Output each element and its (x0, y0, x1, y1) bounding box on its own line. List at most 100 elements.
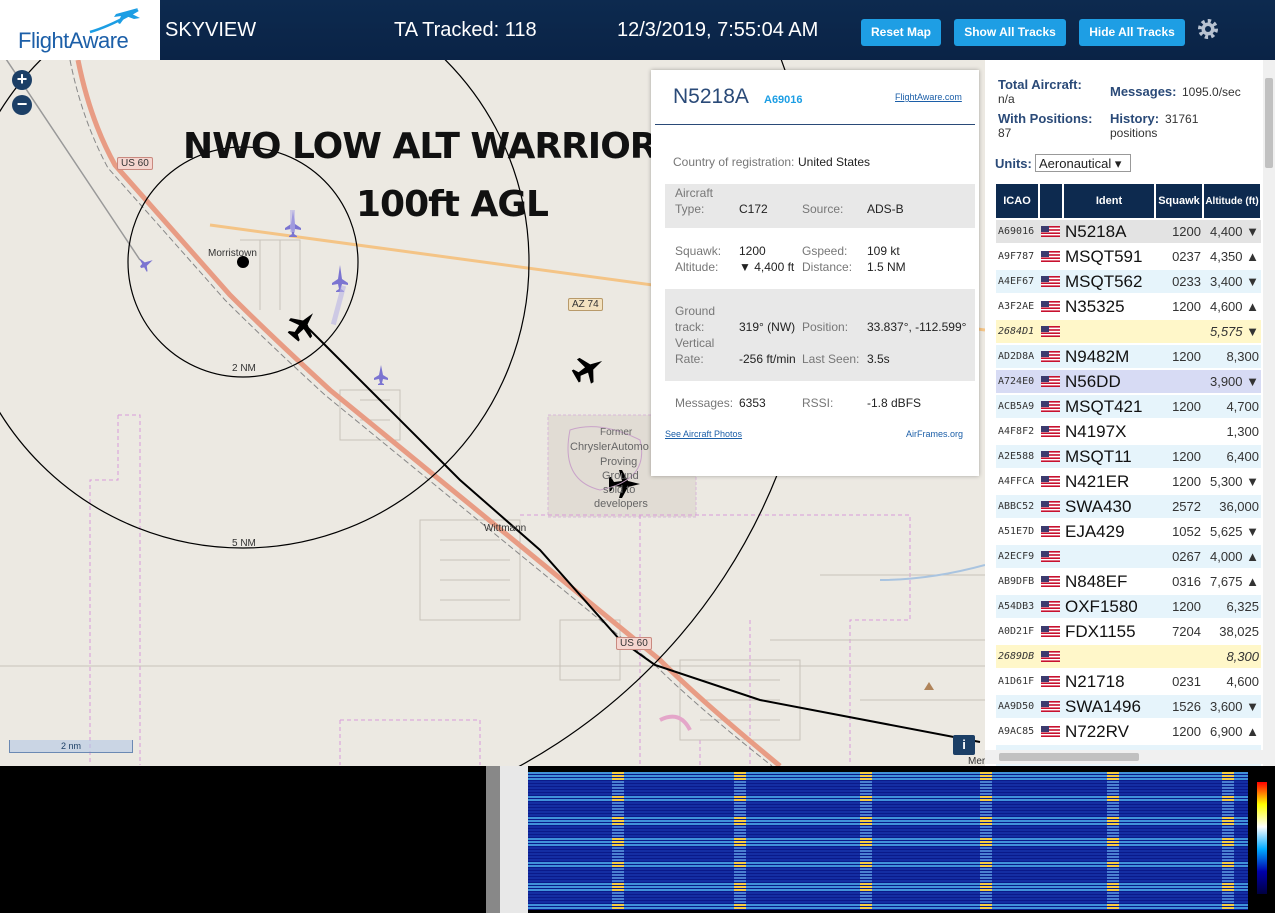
row-altitude: 4,000 ▲ (1203, 543, 1261, 569)
row-flag (1039, 268, 1063, 294)
table-row[interactable]: A724E0 N56DD 3,900 ▼ (996, 368, 1261, 394)
aircraft-table: ICAO Ident Squawk Altitude (ft) A69016 N5… (996, 184, 1262, 766)
table-row[interactable]: A9F787 MSQT591 0237 4,350 ▲ (996, 243, 1261, 269)
table-row[interactable]: 2689DB 8,300 (996, 643, 1261, 669)
col-icao[interactable]: ICAO (996, 184, 1040, 219)
with-positions-value: 87 (998, 126, 1012, 140)
table-row[interactable]: ACB5A9 MSQT421 1200 4,700 (996, 393, 1261, 419)
lastseen-label: Last Seen: (802, 352, 860, 366)
table-row[interactable]: A0D21F FDX1155 7204 38,025 (996, 618, 1261, 644)
table-row[interactable]: A69016 N5218A 1200 4,400 ▼ (996, 218, 1261, 244)
sidebar-vertical-scrollbar[interactable] (1263, 60, 1275, 766)
table-row[interactable]: 2684D1 5,575 ▼ (996, 318, 1261, 344)
row-squawk: 1200 (1155, 593, 1203, 619)
col-flag (1039, 184, 1064, 219)
area-label-line2: ChryslerAutomo (570, 441, 649, 453)
map-info-button[interactable]: i (953, 735, 975, 755)
row-squawk (1155, 418, 1203, 444)
table-row[interactable]: A9AC85 N722RV 1200 6,900 ▲ (996, 718, 1261, 744)
us-flag-icon (1041, 525, 1060, 537)
table-row[interactable]: A4F8F2 N4197X 1,300 (996, 418, 1261, 444)
row-altitude: 3,900 ▼ (1203, 368, 1261, 394)
units-select[interactable]: Aeronautical ▾ (1035, 154, 1131, 172)
messages-rate-label: Messages: (1110, 84, 1177, 99)
table-row[interactable]: AD2D8A N9482M 1200 8,300 (996, 343, 1261, 369)
row-ident: MSQT591 (1063, 243, 1155, 269)
ta-tracked-count: TA Tracked: 118 (394, 19, 537, 41)
row-ident: N35325 (1063, 293, 1155, 319)
row-squawk: 0231 (1155, 668, 1203, 694)
aircraft-photos-link[interactable]: See Aircraft Photos (665, 429, 742, 439)
distance-value: 1.5 NM (867, 260, 906, 274)
gear-icon[interactable] (1196, 17, 1220, 41)
sidebar-horizontal-scrollbar[interactable] (985, 750, 1263, 764)
flightaware-logo[interactable]: FlightAware (0, 0, 160, 60)
flightaware-link[interactable]: FlightAware.com (895, 92, 962, 102)
row-ident (1063, 643, 1155, 669)
table-row[interactable]: A4EF67 MSQT562 0233 3,400 ▼ (996, 268, 1261, 294)
row-altitude: 6,325 (1203, 593, 1261, 619)
row-icao: ABBC52 (996, 493, 1039, 519)
card-section-position: Ground track: 319° (NW) Position: 33.837… (665, 289, 975, 381)
table-row[interactable]: A2ECF9 0267 4,000 ▲ (996, 543, 1261, 569)
row-altitude: 3,600 ▼ (1203, 693, 1261, 719)
row-altitude: 8,300 (1203, 643, 1261, 669)
overlay-title: NWO LOW ALT WARRIOR (183, 126, 658, 167)
row-ident: N21718 (1063, 668, 1155, 694)
row-altitude: 6,400 (1203, 443, 1261, 469)
us-flag-icon (1041, 425, 1060, 437)
altitude-value: ▼ 4,400 ft (739, 260, 795, 274)
row-ident: OXF1580 (1063, 593, 1155, 619)
rssi-value: -1.8 dBFS (867, 396, 922, 410)
zoom-in-button[interactable]: + (12, 70, 32, 90)
col-altitude[interactable]: Altitude (ft) (1203, 184, 1262, 219)
area-label-line5: sold to (603, 484, 636, 496)
row-icao: A0D21F (996, 618, 1039, 644)
hide-all-tracks-button[interactable]: Hide All Tracks (1079, 19, 1185, 46)
table-row[interactable]: A3F2AE N35325 1200 4,600 ▲ (996, 293, 1261, 319)
row-flag (1039, 293, 1063, 319)
horizontal-scroll-thumb[interactable] (999, 753, 1139, 761)
table-row[interactable]: ABBC52 SWA430 2572 36,000 (996, 493, 1261, 519)
row-altitude: 1,300 (1203, 418, 1261, 444)
reset-map-button[interactable]: Reset Map (861, 19, 941, 46)
aircraft-label: Aircraft (675, 186, 714, 200)
row-icao: A2ECF9 (996, 543, 1039, 569)
us-flag-icon (1041, 600, 1060, 612)
squawk-label: Squawk: (675, 244, 722, 258)
row-icao: ACB5A9 (996, 393, 1039, 419)
table-row[interactable]: A4FFCA N421ER 1200 5,300 ▼ (996, 468, 1261, 494)
col-squawk[interactable]: Squawk (1155, 184, 1204, 219)
row-squawk: 1052 (1155, 518, 1203, 544)
us-flag-icon (1041, 250, 1060, 262)
row-flag (1039, 368, 1063, 394)
row-flag (1039, 518, 1063, 544)
table-row[interactable]: A54DB3 OXF1580 1200 6,325 (996, 593, 1261, 619)
vertical-label: Vertical (675, 336, 715, 350)
row-flag (1039, 218, 1063, 244)
panel-divider[interactable] (486, 766, 500, 913)
row-icao: A4FFCA (996, 468, 1039, 494)
table-row[interactable]: AB9DFB N848EF 0316 7,675 ▲ (996, 568, 1261, 594)
track-label: track: (675, 320, 705, 334)
table-row[interactable]: A2E588 MSQT11 1200 6,400 (996, 443, 1261, 469)
vertical-scroll-thumb[interactable] (1265, 78, 1273, 168)
table-row[interactable]: AA9D50 SWA1496 1526 3,600 ▼ (996, 693, 1261, 719)
col-ident[interactable]: Ident (1063, 184, 1156, 219)
history-label: History: (1110, 111, 1160, 126)
table-row[interactable]: A1D61F N21718 0231 4,600 (996, 668, 1261, 694)
show-all-tracks-button[interactable]: Show All Tracks (954, 19, 1066, 46)
zoom-out-button[interactable]: − (12, 95, 32, 115)
route-shield-az74: AZ 74 (568, 298, 603, 311)
airframes-link[interactable]: AirFrames.org (906, 429, 963, 439)
us-flag-icon (1041, 325, 1060, 337)
row-ident: N5218A (1063, 218, 1155, 244)
area-label-line1: Former (600, 427, 633, 438)
row-icao: A54DB3 (996, 593, 1039, 619)
table-row[interactable]: A51E7D EJA429 1052 5,625 ▼ (996, 518, 1261, 544)
row-flag (1039, 568, 1063, 594)
us-flag-icon (1041, 575, 1060, 587)
gspeed-label: Gspeed: (802, 244, 848, 258)
total-aircraft-label: Total Aircraft: (998, 77, 1082, 92)
rssi-label: RSSI: (802, 396, 834, 410)
